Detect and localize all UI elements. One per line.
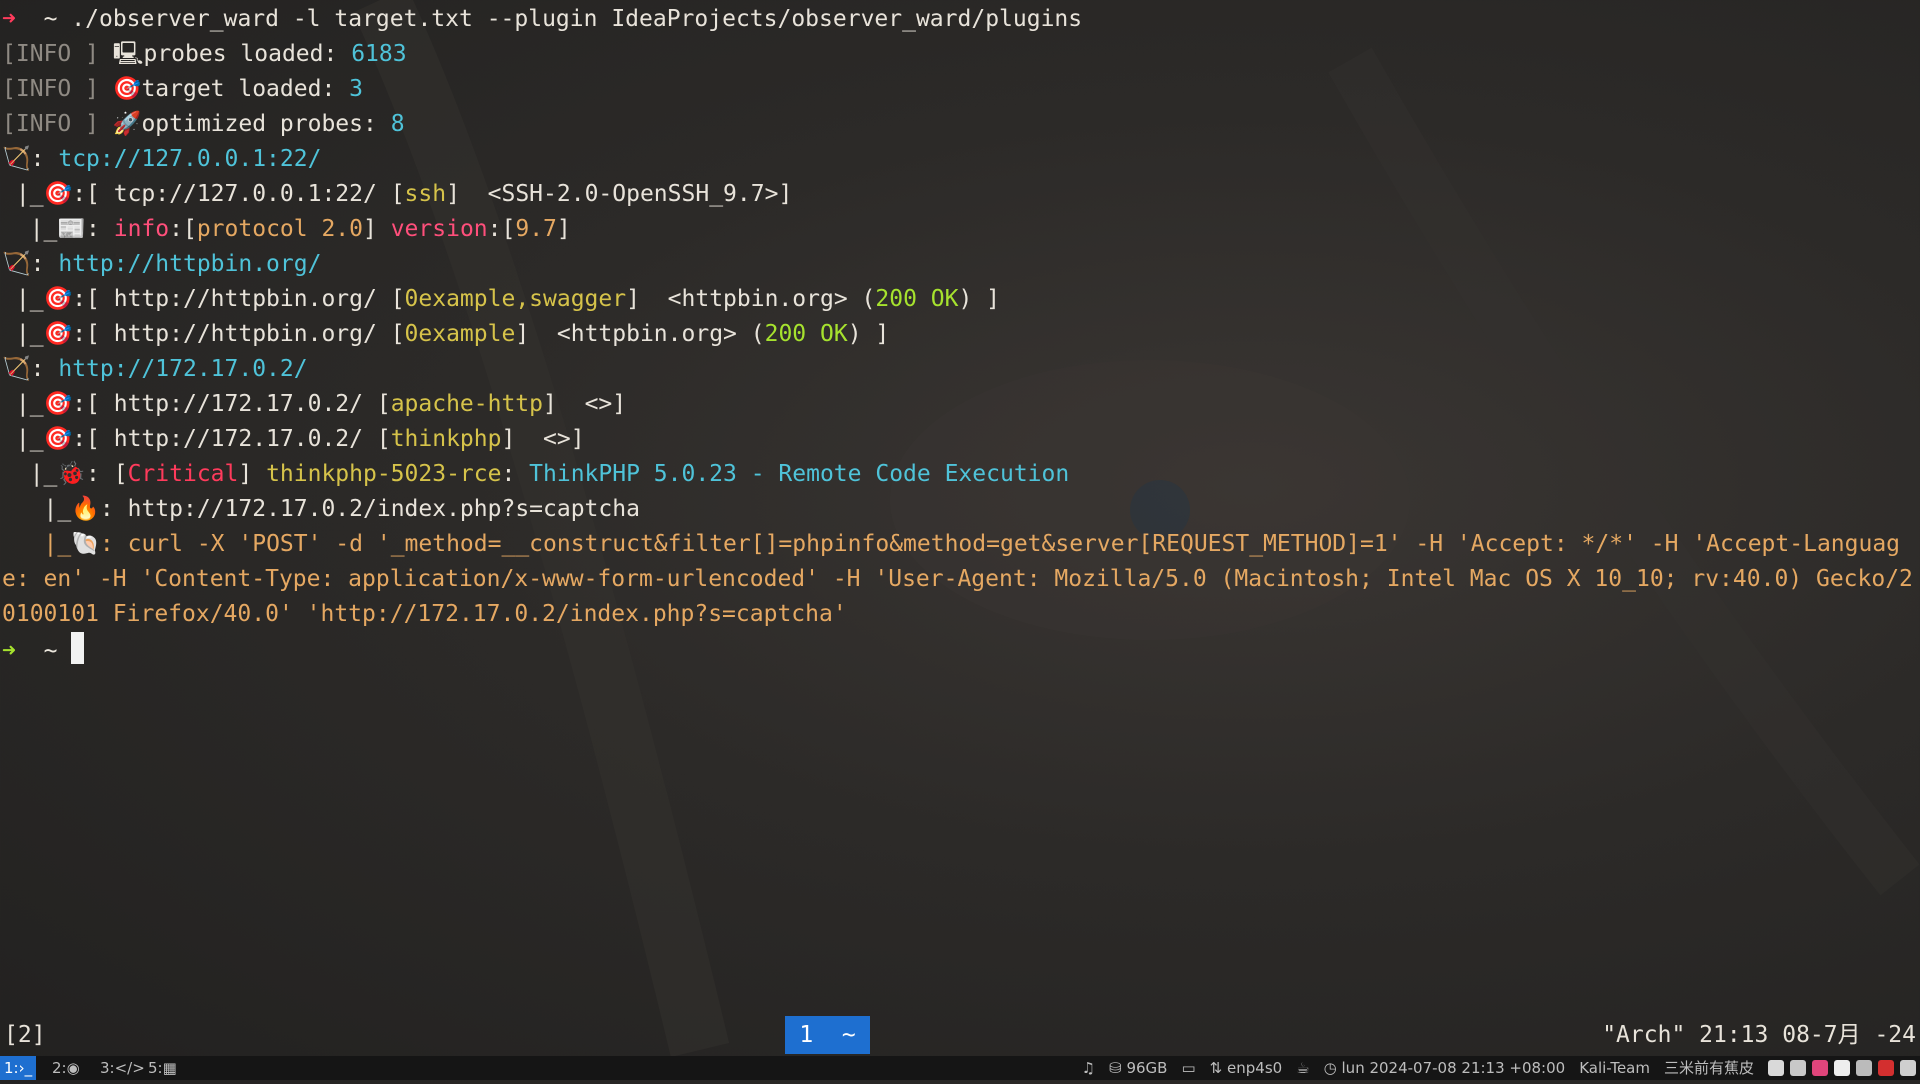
network-icon: ⇅ — [1209, 1059, 1223, 1077]
shell-icon: 🐚 — [71, 531, 100, 557]
vuln-line: |_🐞: [Critical] thinkphp-5023-rce: Think… — [2, 461, 1070, 487]
fire-icon: 🔥 — [71, 496, 100, 522]
bow-arrow-icon: 🏹 — [2, 251, 31, 277]
team-label: Kali-Team — [1579, 1059, 1650, 1077]
result-line: |_🎯:[ http://172.17.0.2/ [apache-http] <… — [2, 391, 627, 417]
printer-icon: 🖳 — [112, 41, 144, 67]
clock: ◷ lun 2024-07-08 21:13 +08:00 — [1323, 1059, 1566, 1077]
info-line: [INFO ] 🎯target loaded: 3 — [2, 76, 364, 102]
result-line: |_🎯:[ http://httpbin.org/ [0example,swag… — [2, 286, 1001, 312]
target-icon: 🎯 — [43, 286, 73, 312]
workspace-3[interactable]: 3:</> — [96, 1056, 149, 1080]
tmux-status-bar: [2] 1 ~ "Arch" 21:13 08-7月 -24 — [0, 1016, 1920, 1054]
info-detail-line: |_📰: info:[protocol 2.0] version:[9.7] — [2, 216, 571, 242]
info-line: [INFO ] 🖳probes loaded: 6183 — [2, 41, 407, 67]
vuln-url-line: |_🔥: http://172.17.0.2/index.php?s=captc… — [2, 496, 640, 522]
target-icon: 🎯 — [112, 76, 142, 102]
disk-status: ⛁ 96GB — [1109, 1059, 1168, 1077]
newspaper-icon: 📰 — [57, 216, 87, 242]
result-line: |_🎯:[ http://172.17.0.2/ [thinkphp] <>] — [2, 426, 585, 452]
target-icon: 🎯 — [43, 391, 73, 417]
network-status: ⇅ enp4s0 — [1209, 1059, 1283, 1077]
tmux-session[interactable]: [2] — [4, 1016, 46, 1054]
bow-arrow-icon: 🏹 — [2, 146, 31, 172]
target-icon: 🎯 — [43, 426, 73, 452]
target-icon: 🎯 — [43, 181, 73, 207]
command-line: ➜ ~ ./observer_ward -l target.txt --plug… — [2, 6, 1083, 32]
terminal-output[interactable]: ➜ ~ ./observer_ward -l target.txt --plug… — [0, 0, 1920, 1010]
result-line: |_🎯:[ http://httpbin.org/ [0example] <ht… — [2, 321, 890, 347]
volume-icon[interactable] — [1900, 1060, 1916, 1076]
bow-arrow-icon: 🏹 — [2, 356, 31, 382]
battery-icon: ▭ — [1181, 1059, 1196, 1077]
target-header: 🏹: http://172.17.0.2/ — [2, 356, 308, 382]
target-header: 🏹: tcp://127.0.0.1:22/ — [2, 146, 322, 172]
screen-icon[interactable] — [1856, 1060, 1872, 1076]
keyboard-icon[interactable] — [1790, 1060, 1806, 1076]
result-line: |_🎯:[ tcp://127.0.0.1:22/ [ssh] <SSH-2.0… — [2, 181, 793, 207]
coffee-icon[interactable]: ☕ — [1296, 1056, 1309, 1080]
target-header: 🏹: http://httpbin.org/ — [2, 251, 322, 277]
info-line: [INFO ] 🚀optimized probes: 8 — [2, 111, 405, 137]
tux-icon[interactable] — [1834, 1060, 1850, 1076]
system-tray — [1768, 1060, 1916, 1076]
rocket-icon: 🚀 — [112, 111, 142, 137]
tmux-status-right: "Arch" 21:13 08-7月 -24 — [1602, 1022, 1916, 1048]
music-icon[interactable]: ♫ — [1082, 1056, 1095, 1080]
text-cursor — [71, 632, 85, 664]
disk-icon: ⛁ — [1109, 1059, 1122, 1077]
clipboard-icon[interactable] — [1768, 1060, 1784, 1076]
prompt-line[interactable]: ➜ ~ — [2, 632, 1920, 667]
taskbar: 1:›_ 2:◉ 3:</> 5:▦ ♫ ⛁ 96GB ▭ ⇅ enp4s0 ☕… — [0, 1056, 1920, 1080]
workspace-2[interactable]: 2:◉ — [48, 1056, 84, 1080]
taskbar-status-area: ♫ ⛁ 96GB ▭ ⇅ enp4s0 ☕ ◷ lun 2024-07-08 2… — [1082, 1056, 1916, 1080]
workspace-1[interactable]: 1:›_ — [0, 1056, 37, 1080]
bug-icon: 🐞 — [57, 461, 87, 487]
tmux-window-index: 1 — [799, 1022, 814, 1048]
clock-icon: ◷ — [1323, 1059, 1337, 1077]
curl-line: |_🐚: curl -X 'POST' -d '_method=__constr… — [2, 531, 1913, 627]
workspace-5[interactable]: 5:▦ — [144, 1056, 181, 1080]
command-text: ./observer_ward -l target.txt --plugin I… — [71, 6, 1083, 32]
tmux-window-tab[interactable]: 1 ~ — [785, 1016, 870, 1054]
browser-icon[interactable] — [1812, 1060, 1828, 1076]
tmux-window-name: ~ — [841, 1022, 856, 1048]
shield-icon[interactable] — [1878, 1060, 1894, 1076]
motto-label: 三米前有蕉皮 — [1663, 1059, 1754, 1077]
target-icon: 🎯 — [43, 321, 73, 347]
